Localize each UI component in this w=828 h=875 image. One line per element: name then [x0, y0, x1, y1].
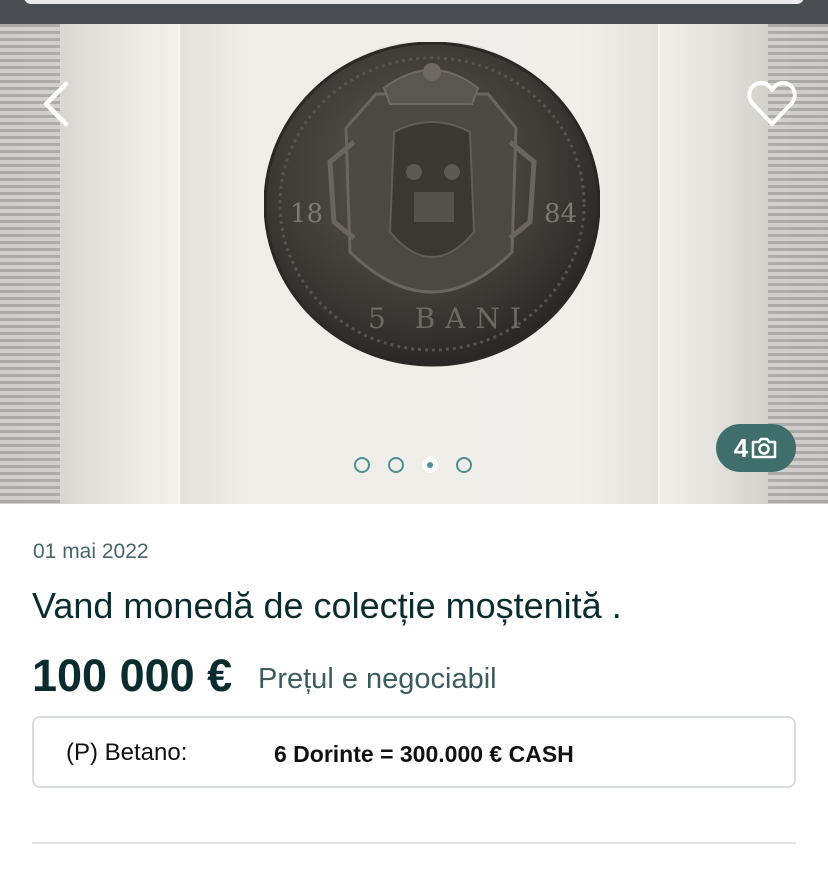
carousel-dot-active[interactable]	[422, 457, 438, 473]
coin-year-left: 18	[290, 199, 323, 229]
listing-price: 100 000 €	[32, 650, 233, 701]
listing-date: 01 mai 2022	[33, 540, 149, 563]
chevron-left-icon	[43, 81, 69, 127]
coin-image: 18 84 5 BANI	[263, 40, 601, 367]
top-sheet-handle	[24, 0, 804, 4]
background-card-left	[60, 24, 180, 504]
promo-label: (P) Betano:	[66, 739, 188, 766]
coin-denomination: 5 BANI	[368, 302, 531, 335]
coin-year-right: 84	[544, 199, 577, 229]
photo-gallery[interactable]: 18 84 5 BANI 4	[0, 24, 828, 504]
photo-count-badge[interactable]: 4	[716, 424, 796, 472]
photo-count: 4	[733, 432, 749, 463]
coin-photo: 18 84 5 BANI	[263, 40, 601, 372]
negotiable-label: Prețul e negociabil	[258, 663, 497, 695]
carousel-indicator[interactable]	[354, 457, 472, 473]
carousel-dot[interactable]	[456, 457, 472, 473]
promo-banner[interactable]: (P) Betano: 6 Dorinte = 300.000 € CASH	[32, 716, 796, 788]
heart-outline-icon	[747, 81, 797, 126]
section-divider	[32, 842, 796, 844]
carousel-dot[interactable]	[354, 457, 370, 473]
back-button[interactable]	[36, 78, 76, 130]
favorite-button[interactable]	[746, 80, 798, 128]
camera-icon	[751, 437, 777, 459]
top-status-bar	[0, 0, 828, 24]
carousel-dot[interactable]	[388, 457, 404, 473]
listing-title: Vand monedă de colecție moștenită .	[32, 585, 622, 626]
promo-value: 6 Dorinte = 300.000 € CASH	[274, 741, 574, 767]
